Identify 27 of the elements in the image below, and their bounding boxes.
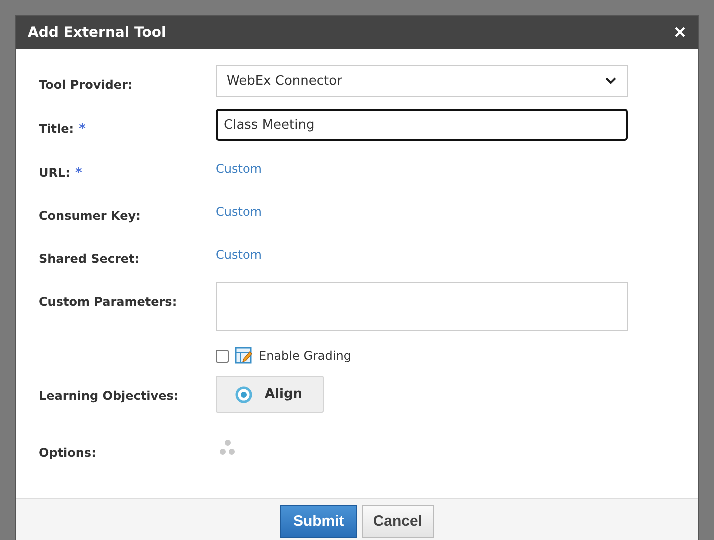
- cancel-button[interactable]: Cancel: [362, 505, 434, 538]
- required-mark: *: [79, 122, 86, 137]
- required-mark: *: [75, 166, 82, 181]
- dialog-title: Add External Tool: [28, 24, 166, 40]
- checkbox[interactable]: [216, 350, 229, 362]
- title-field[interactable]: Class Meeting: [216, 109, 628, 141]
- loading-icon: [218, 439, 238, 457]
- custom-link[interactable]: Custom: [216, 153, 262, 176]
- field-label: Options:: [39, 446, 96, 460]
- close-button[interactable]: ×: [672, 22, 688, 42]
- chevron-down-icon: [605, 77, 617, 85]
- submit-button[interactable]: Submit: [280, 505, 358, 538]
- field-label: URL:: [39, 166, 70, 180]
- field-label: Title:: [39, 122, 74, 136]
- align-button[interactable]: Align: [216, 376, 324, 413]
- target-icon: [235, 386, 253, 404]
- field-label: Tool Provider:: [39, 78, 133, 92]
- field-label: Learning Objectives:: [39, 389, 179, 403]
- field-label: Shared Secret:: [39, 252, 140, 266]
- field-label: Custom Parameters:: [39, 295, 178, 309]
- custom-link[interactable]: Custom: [216, 239, 262, 262]
- parameters-field[interactable]: [216, 282, 628, 331]
- checkbox-label: Enable Grading: [259, 349, 352, 363]
- provider-dropdown[interactable]: WebEx Connector: [216, 65, 628, 97]
- gradebook-icon: [235, 347, 253, 365]
- custom-link[interactable]: Custom: [216, 196, 262, 219]
- field-label: Consumer Key:: [39, 209, 141, 223]
